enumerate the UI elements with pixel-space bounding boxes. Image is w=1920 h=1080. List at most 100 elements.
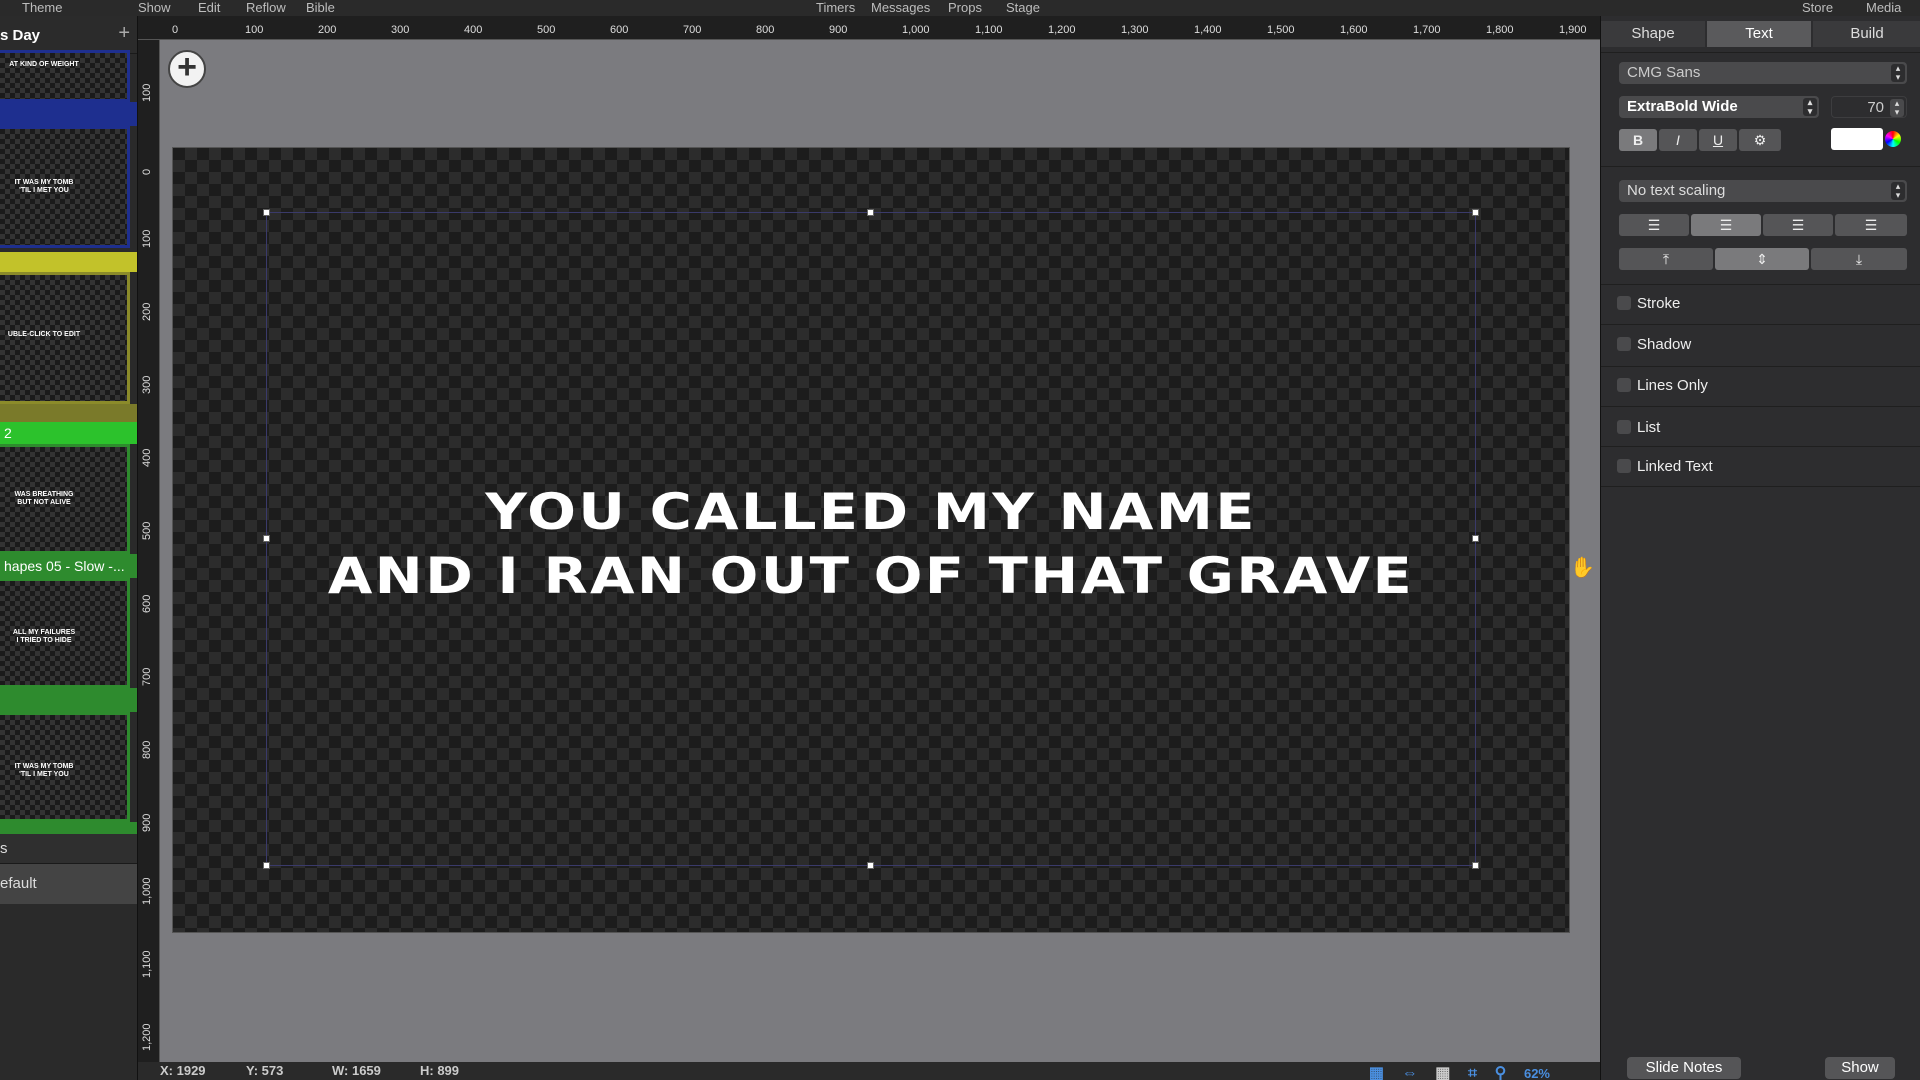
text-scaling-value: No text scaling (1627, 182, 1726, 199)
slide-notes-button[interactable]: Slide Notes (1627, 1057, 1741, 1079)
align-right-button[interactable]: ☰ (1763, 214, 1833, 236)
group-band-green[interactable] (0, 688, 137, 712)
zoom-icon[interactable]: ⚲ (1495, 1065, 1507, 1080)
resize-handle[interactable] (1472, 209, 1479, 216)
zoom-level[interactable]: 62% (1524, 1066, 1550, 1080)
font-family-select[interactable]: CMG Sans ▴ ▾ (1619, 62, 1907, 84)
ruler-tick-label: 700 (141, 667, 153, 686)
menu-bible[interactable]: Bible (306, 0, 335, 16)
stroke-option[interactable]: Stroke (1617, 295, 1680, 312)
align-bottom-button[interactable]: ⤓ (1811, 248, 1907, 270)
align-left-button[interactable]: ☰ (1619, 214, 1689, 236)
ruler-tick-label: 1,400 (1194, 24, 1222, 36)
shadow-option[interactable]: Shadow (1617, 336, 1691, 353)
group-band-green[interactable]: hapes 05 - Slow -... (0, 554, 137, 578)
align-center-button[interactable]: ☰ (1691, 214, 1761, 236)
font-family-value: CMG Sans (1627, 64, 1701, 81)
list-label: List (1637, 419, 1661, 436)
stroke-checkbox[interactable] (1617, 296, 1631, 310)
ruler-tick-label: 1,100 (975, 24, 1003, 36)
show-button[interactable]: Show (1825, 1057, 1895, 1079)
ruler-tick-label: 100 (141, 229, 153, 248)
underline-button[interactable]: U (1699, 129, 1737, 151)
font-style-select[interactable]: ExtraBold Wide ▴ ▾ (1619, 96, 1819, 118)
slide-thumbnail[interactable]: AT KIND OF WEIGHT (0, 50, 130, 102)
arrangement-item[interactable]: efault (0, 864, 137, 904)
slide-thumbnail[interactable]: IT WAS MY TOMB 'TIL I MET YOU (0, 126, 130, 248)
text-color-swatch[interactable] (1831, 128, 1883, 150)
menu-show[interactable]: Show (138, 0, 171, 16)
ruler-tick-label: 100 (141, 83, 153, 102)
align-top-button[interactable]: ⤒ (1619, 248, 1713, 270)
add-icon[interactable]: + (118, 22, 130, 45)
snap-icon[interactable]: ⌗ (1468, 1065, 1477, 1080)
resize-handle[interactable] (263, 209, 270, 216)
ruler-tick-label: 900 (141, 813, 153, 832)
list-item[interactable]: s (0, 834, 137, 864)
tab-build[interactable]: Build (1813, 21, 1920, 47)
slide-thumbnail-text: ALL MY FAILURES I TRIED TO HIDE (12, 629, 76, 644)
menu-reflow[interactable]: Reflow (246, 0, 286, 16)
slide-thumbnail-text: WAS BREATHING BUT NOT ALIVE (14, 491, 74, 506)
menu-edit[interactable]: Edit (198, 0, 220, 16)
menu-messages[interactable]: Messages (871, 0, 930, 16)
add-object-button[interactable]: + (168, 50, 206, 88)
align-justify-button[interactable]: ☰ (1835, 214, 1907, 236)
list-option[interactable]: List (1617, 419, 1660, 436)
menu-timers[interactable]: Timers (816, 0, 855, 16)
menu-stage[interactable]: Stage (1006, 0, 1040, 16)
ruler-tick-label: 400 (141, 448, 153, 467)
text-scaling-select[interactable]: No text scaling ▴ ▾ (1619, 180, 1907, 202)
linked-text-checkbox[interactable] (1617, 459, 1631, 473)
slide-thumbnail[interactable]: IT WAS MY TOMB 'TIL I MET YOU (0, 712, 130, 822)
group-band-blue[interactable] (0, 102, 137, 126)
grid-icon[interactable]: ▦ (1435, 1065, 1450, 1080)
ruler-tick-label: 400 (464, 24, 483, 36)
ruler-tick-label: 300 (141, 375, 153, 394)
menu-store[interactable]: Store (1802, 0, 1833, 16)
italic-button[interactable]: I (1659, 129, 1697, 151)
resize-handle[interactable] (867, 862, 874, 869)
ruler-tick-label: 600 (141, 594, 153, 613)
lines-only-checkbox[interactable] (1617, 378, 1631, 392)
height-readout: H: 899 (420, 1063, 460, 1078)
checkerboard-icon[interactable]: ▦ (1369, 1065, 1384, 1080)
shadow-checkbox[interactable] (1617, 337, 1631, 351)
font-size-stepper[interactable]: ▴ ▾ (1890, 99, 1904, 117)
slide-thumbnail[interactable]: UBLE-CLICK TO EDIT (0, 272, 130, 404)
bold-button[interactable]: B (1619, 129, 1657, 151)
slide-thumbnail-text: AT KIND OF WEIGHT (9, 61, 79, 68)
menu-media[interactable]: Media (1866, 0, 1901, 16)
resize-handle[interactable] (263, 862, 270, 869)
slide-text[interactable]: YOU CALLED MY NAME AND I RAN OUT OF THAT… (175, 480, 1567, 608)
color-wheel-icon[interactable] (1885, 131, 1901, 147)
tab-text[interactable]: Text (1707, 21, 1811, 47)
menu-props[interactable]: Props (948, 0, 982, 16)
font-style-value: ExtraBold Wide (1627, 98, 1738, 115)
linked-text-option[interactable]: Linked Text (1617, 458, 1713, 475)
list-checkbox[interactable] (1617, 420, 1631, 434)
group-band-olive (0, 404, 137, 422)
group-band-green[interactable]: 2 (0, 422, 137, 444)
arrangement-label: efault (0, 875, 37, 892)
resize-handle[interactable] (1472, 862, 1479, 869)
ruler-tick-label: 500 (537, 24, 556, 36)
slide-thumbnail-text: IT WAS MY TOMB 'TIL I MET YOU (14, 179, 74, 194)
font-size-field[interactable]: 70 ▴ ▾ (1831, 96, 1907, 118)
lines-only-option[interactable]: Lines Only (1617, 377, 1708, 394)
ruler-tick-label: 700 (683, 24, 702, 36)
list-item-label: s (0, 840, 8, 857)
resize-handle[interactable] (867, 209, 874, 216)
ruler-tick-label: 0 (141, 168, 153, 175)
slide-thumbnail-text: UBLE-CLICK TO EDIT (7, 331, 81, 338)
slide-thumbnail[interactable]: ALL MY FAILURES I TRIED TO HIDE (0, 578, 130, 688)
ruler-tick-label: 1,200 (141, 1023, 153, 1051)
tab-shape[interactable]: Shape (1601, 21, 1705, 47)
slide-thumbnail[interactable]: WAS BREATHING BUT NOT ALIVE (0, 444, 130, 554)
group-band-yellow[interactable] (0, 252, 137, 272)
menu-theme[interactable]: Theme (22, 0, 62, 16)
divider (1601, 486, 1920, 487)
align-middle-button[interactable]: ⇕ (1715, 248, 1809, 270)
text-options-gear-icon[interactable]: ⚙︎ (1739, 129, 1781, 151)
fit-width-icon[interactable]: ⇔ (1402, 1065, 1418, 1080)
